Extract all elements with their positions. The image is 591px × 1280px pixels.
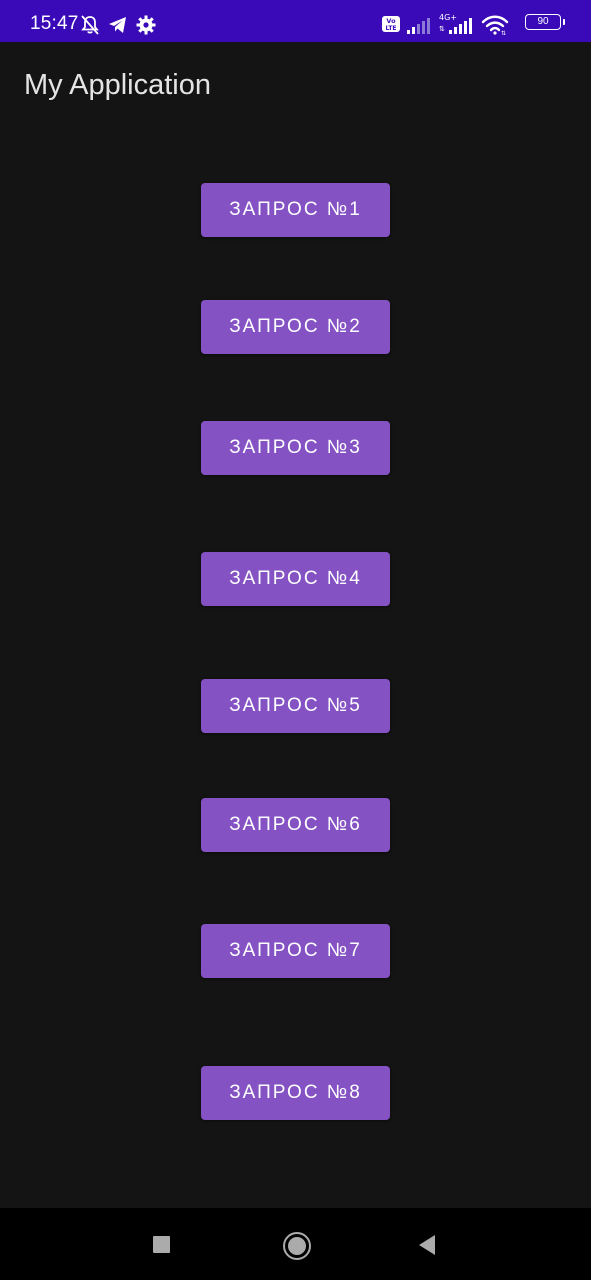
bell-off-icon xyxy=(81,15,99,35)
svg-text:⇅: ⇅ xyxy=(439,25,445,33)
home-circle-icon[interactable] xyxy=(283,1232,311,1260)
app-title: My Application xyxy=(24,69,211,101)
svg-text:LTE: LTE xyxy=(385,25,396,32)
svg-text:Vo: Vo xyxy=(386,17,396,25)
request-button-4[interactable]: ЗАПРОС №4 xyxy=(201,552,390,606)
request-button-7[interactable]: ЗАПРОС №7 xyxy=(201,924,390,978)
svg-text:⇅: ⇅ xyxy=(501,30,506,35)
request-button-2[interactable]: ЗАПРОС №2 xyxy=(201,300,390,354)
wifi-icon: ⇅ xyxy=(481,15,509,35)
battery-level: 90 xyxy=(537,16,549,27)
navigation-bar xyxy=(0,1208,591,1280)
signal-4g-icon: 4G+ ⇅ xyxy=(439,13,472,34)
request-button-5[interactable]: ЗАПРОС №5 xyxy=(201,679,390,733)
request-button-3[interactable]: ЗАПРОС №3 xyxy=(201,421,390,475)
signal-icon xyxy=(407,18,430,34)
battery-tip xyxy=(563,19,565,25)
volte-icon: Vo LTE xyxy=(382,16,400,32)
recents-square-icon[interactable] xyxy=(153,1236,170,1253)
back-triangle-icon[interactable] xyxy=(418,1234,436,1256)
network-type-label: 4G+ xyxy=(439,13,457,22)
status-time: 15:47 xyxy=(30,13,79,34)
home-circle-inner xyxy=(288,1237,306,1255)
request-button-1[interactable]: ЗАПРОС №1 xyxy=(201,183,390,237)
battery-icon: 90 xyxy=(525,14,561,30)
status-bar: 15:47 Vo LTE 4G+ ⇅ ⇅ 90 xyxy=(0,0,591,42)
status-right-icons: Vo LTE 4G+ ⇅ ⇅ 90 xyxy=(381,12,565,35)
telegram-icon xyxy=(109,17,126,33)
request-button-6[interactable]: ЗАПРОС №6 xyxy=(201,798,390,852)
request-button-8[interactable]: ЗАПРОС №8 xyxy=(201,1066,390,1120)
settings-gear-icon xyxy=(136,15,156,35)
